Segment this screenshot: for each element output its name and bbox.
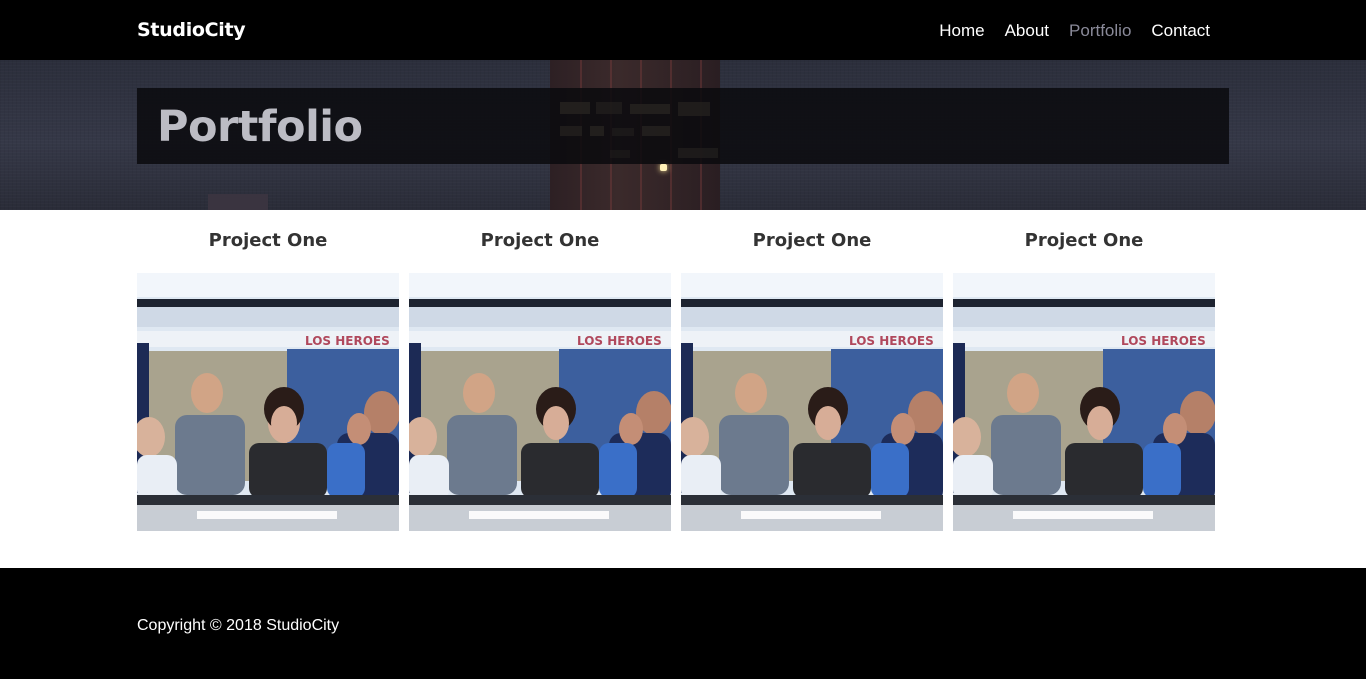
footer: Copyright © 2018 StudioCity (0, 568, 1366, 679)
page-title: Portfolio (157, 102, 363, 152)
bus-sign-text: LOS HEROES (577, 334, 662, 348)
nav-portfolio-link[interactable]: Portfolio (1069, 21, 1131, 41)
nav-home-link[interactable]: Home (939, 21, 984, 41)
project-photo[interactable]: LOS HEROES (137, 273, 399, 531)
brand-logo[interactable]: StudioCity (137, 19, 246, 41)
bus-sign-text: LOS HEROES (305, 334, 390, 348)
bus-sign-text: LOS HEROES (849, 334, 934, 348)
page-title-box: Portfolio (137, 88, 1229, 164)
bus-sign-text: LOS HEROES (1121, 334, 1206, 348)
hero-banner: Portfolio (0, 60, 1366, 210)
project-photo[interactable]: LOS HEROES (953, 273, 1215, 531)
main-nav: Home About Portfolio Contact (939, 21, 1210, 41)
bus-passengers-image: LOS HEROES (953, 273, 1215, 531)
project-title: Project One (752, 230, 872, 251)
bus-passengers-image: LOS HEROES (681, 273, 943, 531)
copyright-text: Copyright © 2018 StudioCity (137, 617, 340, 634)
nav-about-link[interactable]: About (1005, 21, 1049, 41)
project-photo[interactable]: LOS HEROES (681, 273, 943, 531)
bus-passengers-image: LOS HEROES (409, 273, 671, 531)
navbar: StudioCity Home About Portfolio Contact (0, 0, 1366, 60)
project-title: Project One (480, 230, 600, 251)
lit-window (660, 164, 667, 171)
project-title: Project One (208, 230, 328, 251)
project-photo[interactable]: LOS HEROES (409, 273, 671, 531)
hero-rooftop (208, 194, 268, 210)
nav-contact-link[interactable]: Contact (1151, 21, 1210, 41)
bus-passengers-image: LOS HEROES (137, 273, 399, 531)
portfolio-grid: Project One LOS HEROES Project One LOS H… (137, 210, 1216, 568)
project-title: Project One (1024, 230, 1144, 251)
